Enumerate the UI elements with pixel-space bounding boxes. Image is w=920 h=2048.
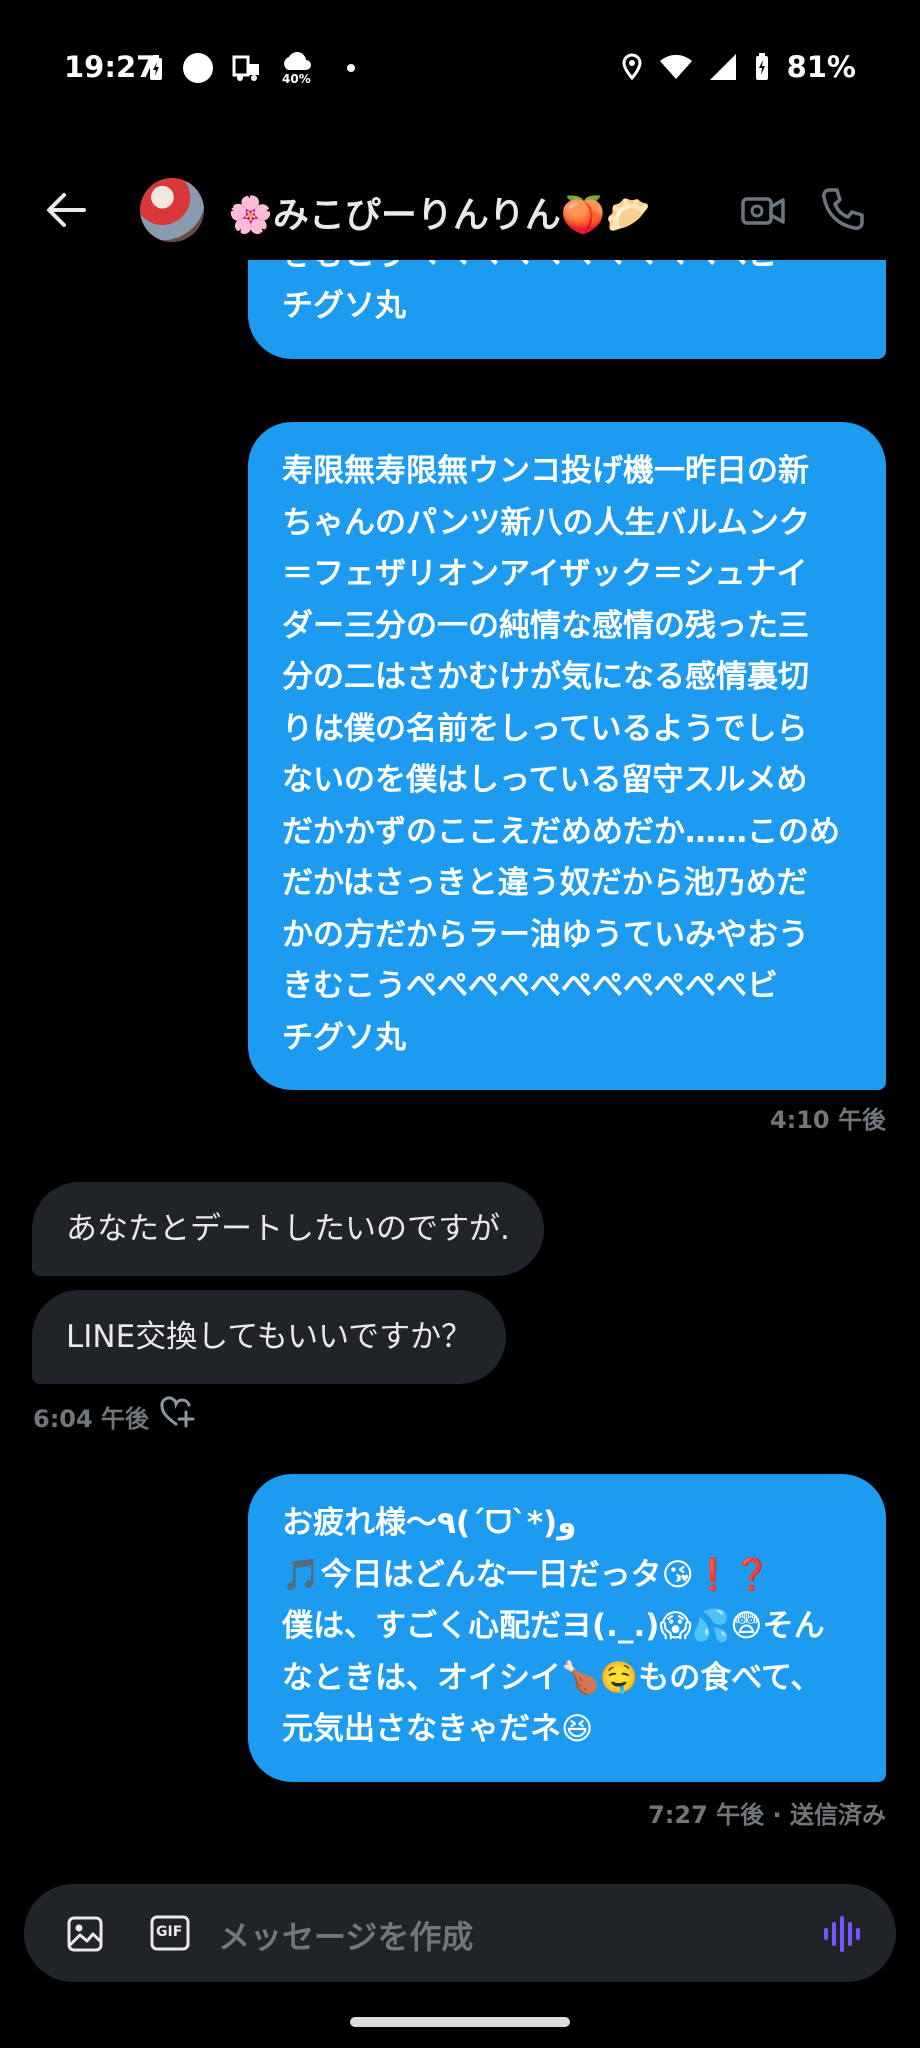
- weather-percent: 40%: [282, 72, 311, 86]
- gif-label: GIF: [156, 1924, 183, 1940]
- signal-icon: [709, 54, 736, 80]
- voice-message-icon[interactable]: [822, 1914, 862, 1954]
- gif-button[interactable]: GIF: [150, 1915, 190, 1951]
- message-input[interactable]: メッセージを作成: [218, 1912, 473, 1958]
- message-list[interactable]: かの方だからラー油ゆうていみやおう きむこうぺぺぺぺぺぺぺぺぺぺぺビ チグソ丸 …: [0, 260, 920, 1880]
- video-call-icon[interactable]: [740, 188, 786, 234]
- back-arrow-icon[interactable]: [44, 188, 88, 232]
- status-time: 19:27: [64, 50, 157, 84]
- shopping-icon: [232, 55, 259, 81]
- battery-charging-icon: [150, 55, 162, 80]
- heart-plus-icon[interactable]: [160, 1396, 196, 1428]
- status-icons-right: 81%: [621, 50, 856, 84]
- message-bubble-incoming[interactable]: あなたとデートしたいのですが.: [32, 1182, 544, 1276]
- message-timestamp-status: 7:27 午後 · 送信済み: [648, 1801, 886, 1829]
- message-bubble-incoming[interactable]: LINE交換してもいいですか？: [32, 1290, 507, 1384]
- weather-icon: 40%: [280, 50, 314, 86]
- conversation-title[interactable]: 🌸みこぴーりんりん🍑🥟: [228, 186, 650, 238]
- status-icons-left: 40%: [148, 50, 356, 86]
- message-bubble-outgoing[interactable]: お疲れ様〜٩(ˊᗜˋ*)و 🎵今日はどんな一日だっタ😘❗❓ 僕は、すごく心配だヨ…: [248, 1474, 886, 1782]
- location-icon: [622, 53, 642, 81]
- wifi-icon: [659, 54, 692, 79]
- message-timestamp: 6:04 午後: [33, 1405, 150, 1433]
- message-timestamp: 4:10 午後: [769, 1106, 886, 1134]
- battery-icon: [755, 53, 768, 80]
- message-bubble-outgoing[interactable]: 寿限無寿限無ウンコ投げ機一昨日の新 ちゃんのパンツ新八の人生バルムンク ＝フェザ…: [248, 422, 886, 1090]
- message-composer[interactable]: GIF メッセージを作成: [24, 1884, 896, 1982]
- image-icon[interactable]: [66, 1915, 104, 1953]
- avatar[interactable]: [140, 178, 204, 242]
- circle-icon: [183, 53, 213, 83]
- status-bar: 19:27 40% 81%: [0, 0, 920, 140]
- home-indicator[interactable]: [350, 2017, 570, 2027]
- message-bubble-outgoing[interactable]: かの方だからラー油ゆうていみやおう きむこうぺぺぺぺぺぺぺぺぺぺぺビ チグソ丸: [248, 260, 886, 359]
- phone-icon[interactable]: [820, 186, 866, 232]
- battery-percent: 81%: [786, 50, 856, 84]
- dot-icon: [347, 64, 355, 72]
- conversation-header: 🌸みこぴーりんりん🍑🥟: [0, 160, 920, 260]
